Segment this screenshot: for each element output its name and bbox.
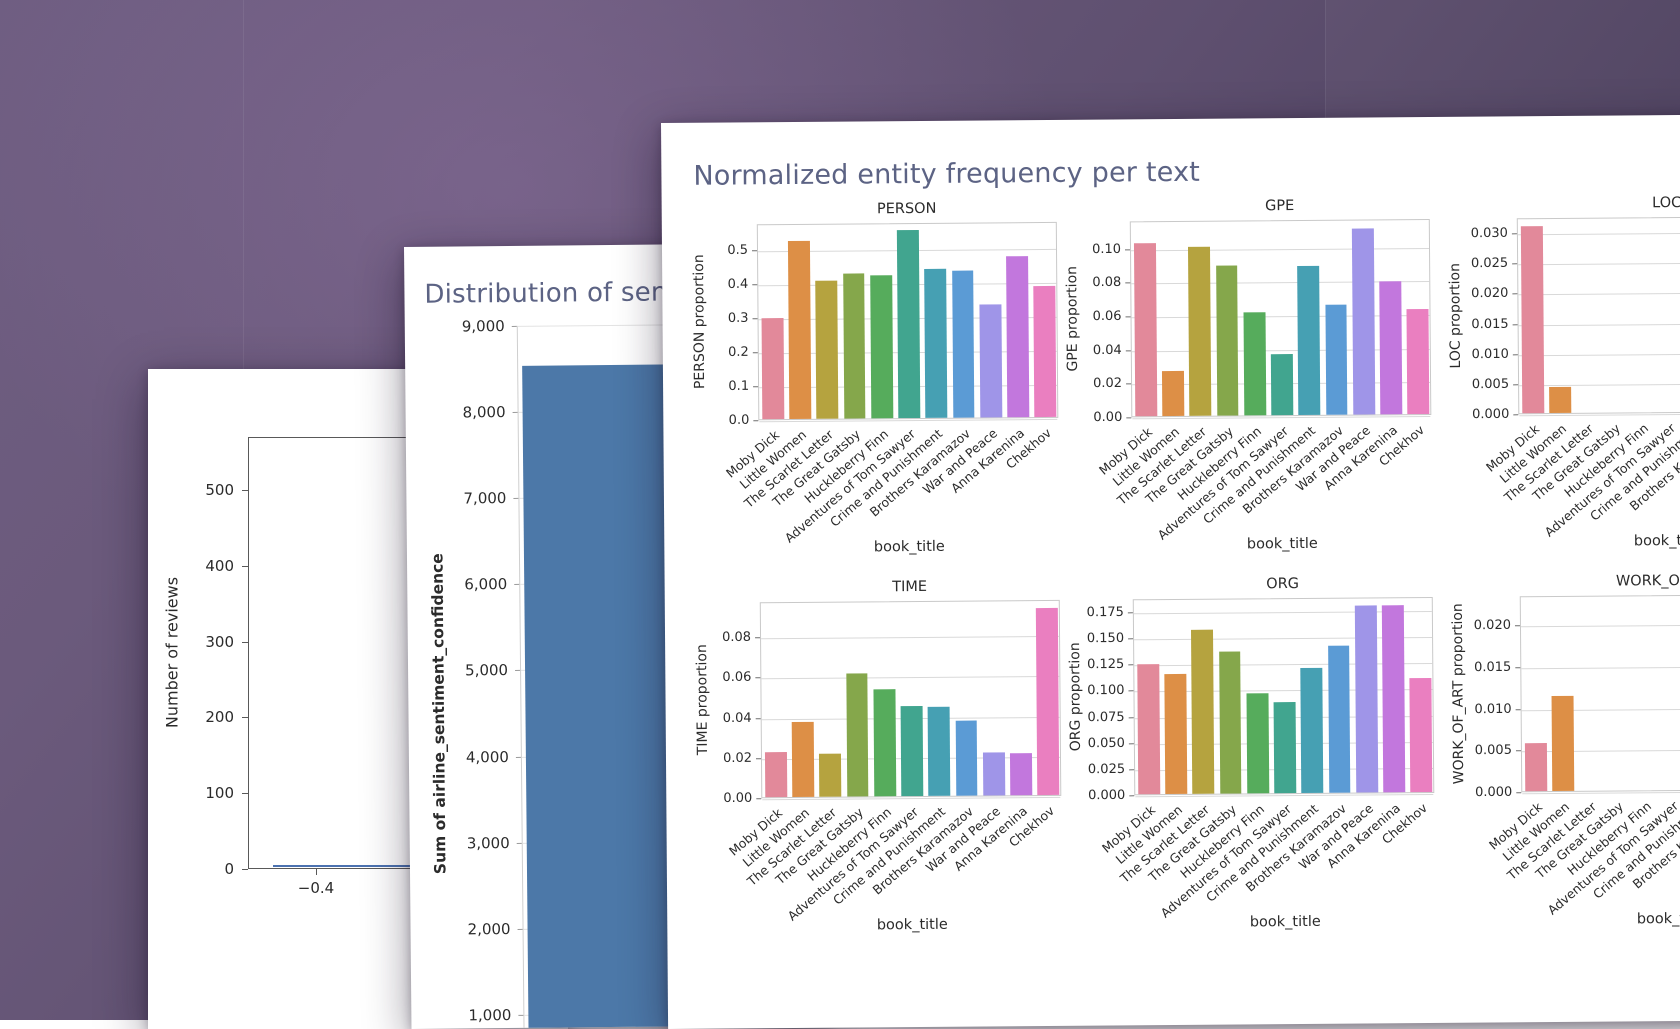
x-tick-label: −0.4 [286, 879, 346, 897]
y-tick-mark [1125, 249, 1130, 250]
y-tick-label: 5,000 [408, 661, 508, 680]
y-tick-mark [516, 756, 521, 757]
y-tick-mark [1128, 638, 1133, 639]
x-axis-label: book_title [1519, 532, 1680, 550]
y-tick-label: 8,000 [406, 403, 506, 422]
y-tick-label: 3,000 [410, 834, 510, 853]
y-tick-mark [242, 490, 248, 491]
y-tick-mark [517, 843, 522, 844]
x-tick-mark [316, 869, 317, 875]
subplot-title: TIME [760, 578, 1060, 596]
y-tick-mark [1129, 743, 1134, 744]
bar[interactable] [1301, 668, 1324, 793]
plot-area [1520, 594, 1680, 792]
y-tick-mark [514, 584, 519, 585]
y-tick-label: 2,000 [410, 920, 510, 939]
gridline [1521, 624, 1680, 627]
y-tick-label: 7,000 [406, 489, 506, 508]
gridline [1519, 413, 1680, 416]
gridline [1521, 666, 1680, 669]
y-tick-mark [242, 793, 248, 794]
subplot-title: WORK_OF_ART [1520, 572, 1680, 590]
y-axis-label: Number of reviews [163, 437, 182, 869]
y-tick-mark [1129, 769, 1134, 770]
bar[interactable] [1549, 387, 1571, 413]
y-tick-label: 300 [148, 633, 234, 651]
y-tick-mark [518, 929, 523, 930]
y-tick-mark [242, 642, 248, 643]
y-tick-mark [1128, 691, 1133, 692]
y-tick-label: 4,000 [409, 748, 509, 767]
bar[interactable] [1410, 678, 1433, 792]
y-tick-mark [1512, 233, 1517, 234]
y-tick-mark [1516, 792, 1521, 793]
y-tick-mark [513, 498, 518, 499]
y-tick-label: 6,000 [407, 575, 507, 594]
bar[interactable] [1521, 226, 1544, 413]
gridline [1522, 708, 1680, 711]
bar[interactable] [1525, 743, 1547, 792]
y-axis-label: WORK_OF_ART proportion [1450, 596, 1468, 792]
y-tick-mark [1513, 324, 1518, 325]
bar[interactable] [1164, 674, 1187, 794]
entity-frequency-window[interactable]: Normalized entity frequency per text 0.0… [661, 115, 1680, 1029]
gridline [1522, 791, 1680, 794]
y-tick-label: 1,000 [411, 1006, 511, 1025]
y-tick-mark [1515, 667, 1520, 668]
bar[interactable] [1137, 664, 1160, 794]
subplot-title: GPE [1130, 197, 1430, 215]
y-tick-mark [242, 717, 248, 718]
y-tick-mark [1513, 414, 1518, 415]
subplot-title: ORG [1133, 575, 1433, 593]
gridline [1131, 248, 1429, 251]
y-tick-mark [1512, 263, 1517, 264]
plot-area [1517, 216, 1680, 414]
y-tick-label: 9,000 [405, 317, 505, 336]
y-tick-mark [1513, 354, 1518, 355]
y-tick-mark [1513, 384, 1518, 385]
y-tick-mark [1512, 294, 1517, 295]
entity-subplot-grid: 0.00.10.20.30.40.5PERSONPERSON proportio… [661, 115, 1680, 1029]
y-tick-mark [515, 670, 520, 671]
y-tick-label: 400 [148, 557, 234, 575]
y-tick-label: 200 [148, 708, 234, 726]
y-tick-label: 100 [148, 784, 234, 802]
y-tick-mark [518, 1015, 523, 1016]
y-tick-mark [1515, 625, 1520, 626]
y-tick-mark [242, 869, 248, 870]
x-axis-label: book_title [1522, 910, 1680, 928]
y-axis-label: LOC proportion [1447, 218, 1465, 414]
subplot-title: PERSON [757, 200, 1057, 218]
subplot-title: LOC [1517, 194, 1680, 212]
y-tick-label: 0 [148, 860, 234, 878]
y-tick-mark [1126, 316, 1131, 317]
y-tick-mark [513, 412, 518, 413]
y-tick-label: 500 [148, 481, 234, 499]
y-tick-mark [512, 326, 517, 327]
y-tick-mark [1516, 751, 1521, 752]
y-tick-mark [1125, 283, 1130, 284]
y-tick-mark [242, 566, 248, 567]
y-tick-mark [1128, 612, 1133, 613]
y-tick-mark [1516, 709, 1521, 710]
bar[interactable] [1552, 696, 1575, 791]
